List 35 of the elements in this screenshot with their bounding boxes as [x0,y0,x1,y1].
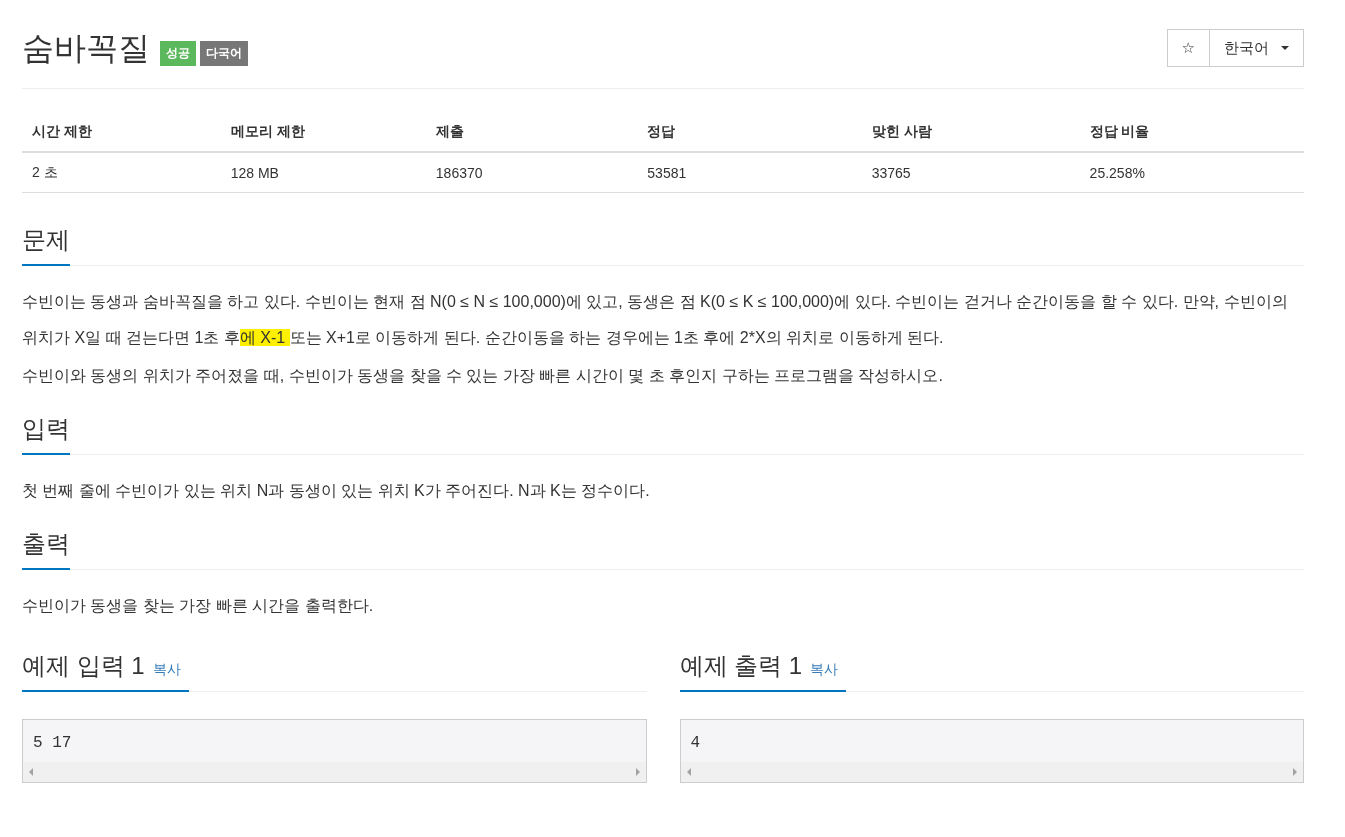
section-heading: 입력 [22,413,70,455]
scroll-left-icon[interactable] [686,768,691,776]
paragraph: 첫 번째 줄에 수빈이가 있는 위치 N과 동생이 있는 위치 K가 주어진다. N과 K는 정수이다. [22,481,651,501]
status-badge: 다국어 [200,41,248,66]
column-header: 정답 [637,109,862,152]
table-cell: 128 MB [220,152,426,193]
scroll-right-icon[interactable] [1293,768,1297,776]
table-cell: 33765 [861,152,1080,193]
section-heading: 출력 [22,528,70,570]
sample-code: 5 17 [32,733,73,754]
column-header: 정답 비율 [1079,109,1304,152]
copy-link[interactable]: 복사 [810,661,839,679]
sample-heading: 예제 출력 1 [679,651,803,681]
scroll-right-icon[interactable] [635,768,640,776]
column-header: 맞힌 사람 [861,109,1080,152]
column-header: 메모리 제한 [220,109,426,152]
section-heading: 문제 [22,224,70,266]
table-cell: 186370 [425,152,638,193]
paragraph: 수빈이와 동생의 위치가 주어졌을 때, 수빈이가 동생을 찾을 수 있는 가장 빠른 시간이 몇 초 후인지 구하는 프로그램을 작성하시오. [22,366,944,386]
sample-heading: 예제 입력 1 [22,651,145,681]
status-badge: 성공 [160,41,196,66]
caret-icon [1281,46,1289,50]
scroll-left-icon[interactable] [29,768,33,776]
column-header: 시간 제한 [22,109,221,152]
horizontal-scrollbar[interactable] [23,762,646,782]
table-cell: 25.258% [1079,152,1304,193]
copy-link[interactable]: 복사 [152,661,181,679]
column-header: 제출 [425,109,638,152]
paragraph: 수빈이가 동생을 찾는 가장 빠른 시간을 출력한다. [22,596,375,616]
sample-code: 4 [689,733,702,754]
problem-title: 숨바꼭질 [22,29,150,68]
table-cell: 53581 [637,152,862,193]
paragraph: 수빈이는 동생과 숨바꼭질을 하고 있다. 수빈이는 현재 점 N(0 ≤ N ≤ 100,000)에 있고, 동생은 점 K(0 ≤ K ≤ 100,000)에 있다. 수빈이는 걷거나 순간이동을 할 수 있다. 만약, 수빈이의 위치가 X일 때 걷는다면 1초 후에 X-1 또는 X+1로 이동하게 된다. 순간이동을 하는 경우에는 1초 후에 2*X의 위치로 이동하게 된다. [22,292,1289,348]
horizontal-scrollbar[interactable] [680,762,1303,782]
table-cell: 2 초 [22,152,221,193]
